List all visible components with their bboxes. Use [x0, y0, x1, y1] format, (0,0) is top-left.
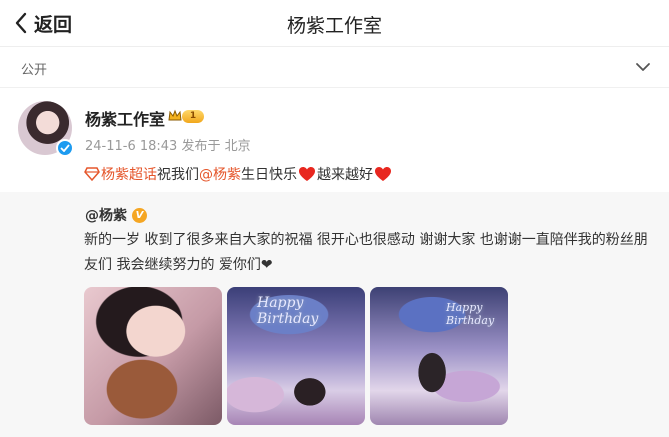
verified-badge-icon: [56, 139, 74, 157]
top-bar: 返回 杨紫工作室: [0, 0, 669, 46]
level-badge: 1: [182, 110, 204, 123]
photo-overlay-text: Happy Birthday: [446, 301, 495, 327]
repost-author[interactable]: @杨紫 V: [85, 205, 147, 225]
visibility-label: 公开: [21, 63, 48, 78]
heart-icon: [299, 167, 315, 181]
photo-thumbnail-3[interactable]: Happy Birthday: [370, 287, 508, 425]
chevron-down-icon: [636, 63, 650, 71]
photo-thumbnail-1[interactable]: [84, 287, 222, 425]
photo-overlay-text: Happy Birthday: [257, 295, 319, 327]
heart-icon: [375, 167, 391, 181]
verified-v-icon: V: [132, 207, 147, 223]
repost-text: 新的一岁 收到了很多来自大家的祝福 很开心也很感动 谢谢大家 也谢谢一直陪伴我的…: [84, 232, 648, 273]
crown-icon: [168, 109, 182, 121]
super-topic-icon: [84, 167, 100, 181]
post-content: 杨紫超话 祝我们 @杨紫 生日快乐 越来越好: [84, 164, 393, 184]
content-text: 祝我们: [157, 167, 199, 183]
repost-author-name: @杨紫: [85, 208, 127, 224]
topic-link[interactable]: 杨紫超话: [101, 164, 157, 184]
content-text: 越来越好: [317, 167, 373, 183]
visibility-selector[interactable]: 公开: [0, 46, 669, 88]
content-text: 生日快乐: [241, 167, 297, 183]
mention-link[interactable]: @杨紫: [199, 164, 241, 184]
post-author[interactable]: 杨紫工作室: [85, 106, 165, 130]
page-title: 杨紫工作室: [286, 15, 382, 37]
post-meta: 24-11-6 18:43 发布于 北京: [85, 139, 251, 154]
photo-thumbnail-2[interactable]: Happy Birthday: [227, 287, 365, 425]
